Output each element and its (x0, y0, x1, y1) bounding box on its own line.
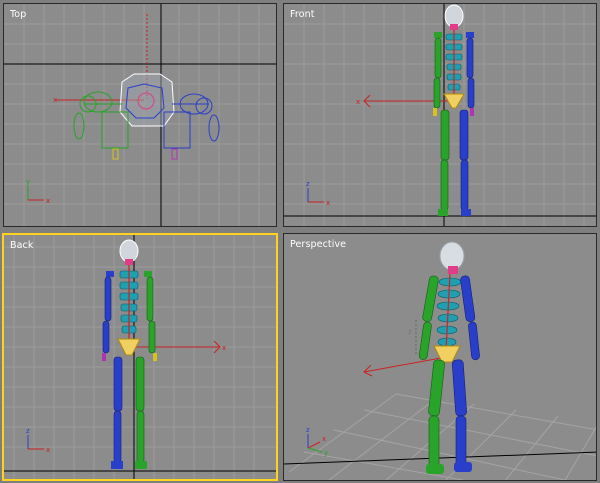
svg-text:x: x (326, 199, 330, 207)
svg-text:z: z (306, 426, 310, 434)
skeleton-perspective-view[interactable]: z (363, 241, 480, 474)
svg-text:x: x (46, 197, 50, 205)
viewport-top-canvas[interactable]: x y x (4, 4, 277, 227)
viewport-top[interactable]: Top x y x (3, 3, 277, 227)
viewport-perspective-canvas[interactable]: z z x y (284, 234, 597, 481)
skeleton-back-view[interactable]: x (102, 239, 226, 469)
viewport-label-perspective[interactable]: Perspective (290, 239, 346, 250)
viewport-front-canvas[interactable]: x z x (284, 4, 597, 227)
svg-text:x: x (356, 98, 360, 106)
skeleton-top-view[interactable]: x (53, 14, 220, 160)
viewport-label-front[interactable]: Front (290, 9, 315, 20)
viewport-back[interactable]: Back x z x (2, 233, 278, 481)
viewport-label-back[interactable]: Back (10, 240, 33, 251)
svg-text:z: z (408, 328, 412, 336)
axis-tripod-top: y x (26, 178, 50, 205)
svg-text:y: y (26, 178, 30, 186)
axis-tripod-back: z x (26, 427, 50, 454)
axis-tripod-perspective: z x y (306, 426, 328, 457)
svg-text:x: x (222, 344, 226, 352)
svg-text:x: x (46, 446, 50, 454)
viewport-perspective[interactable]: Perspective z z x y (283, 233, 597, 481)
svg-text:x: x (322, 435, 326, 443)
viewport-front[interactable]: Front x z x (283, 3, 597, 227)
svg-text:z: z (306, 180, 310, 188)
viewport-label-top[interactable]: Top (10, 9, 26, 20)
viewport-back-canvas[interactable]: x z x (4, 235, 276, 479)
svg-text:x: x (53, 96, 57, 104)
svg-text:z: z (26, 427, 30, 435)
svg-text:y: y (324, 449, 328, 457)
world-axes-perspective (284, 451, 596, 465)
